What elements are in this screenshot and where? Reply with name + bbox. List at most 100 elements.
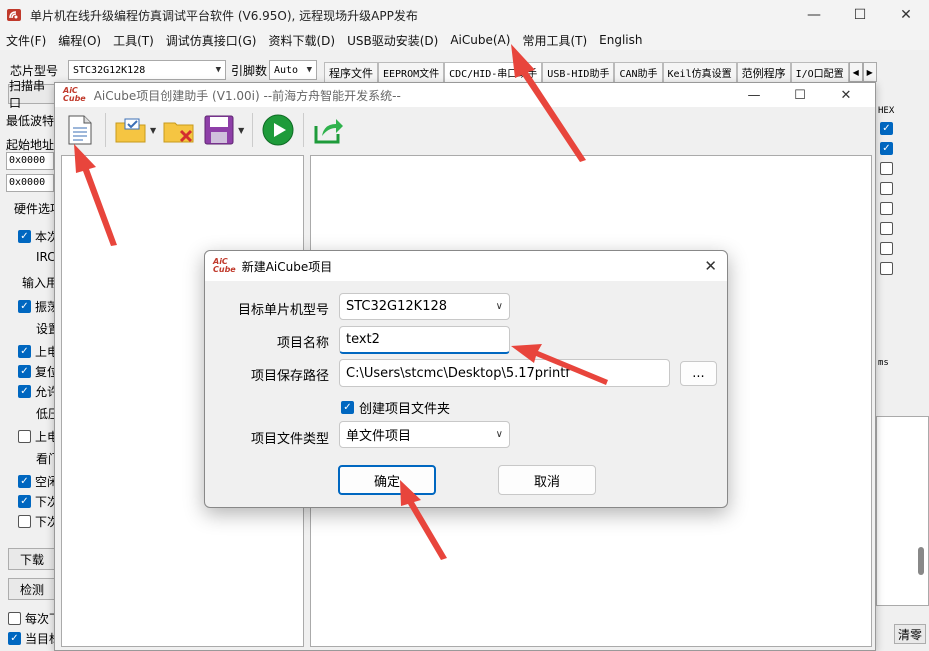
logo-bottom-text: Cube xyxy=(63,94,86,103)
checkbox[interactable] xyxy=(880,262,893,275)
open-project-button[interactable] xyxy=(114,113,148,147)
tab-cdc-hid[interactable]: CDC/HID-串口助手 xyxy=(444,62,543,82)
project-name-value: text2 xyxy=(346,332,380,347)
ok-button[interactable]: 确定 xyxy=(338,465,436,495)
cancel-button[interactable]: 取消 xyxy=(498,465,596,495)
check-button[interactable]: 检测 xyxy=(8,578,56,600)
option-row[interactable]: ✓ 复位 xyxy=(18,363,59,380)
create-folder-checkbox[interactable]: ✓ xyxy=(341,401,354,414)
menu-common-tools[interactable]: 常用工具(T) xyxy=(516,32,593,49)
tab-examples[interactable]: 范例程序 xyxy=(736,62,791,82)
open-project-icon xyxy=(115,118,146,143)
option-row[interactable]: ✓ 空闲 xyxy=(18,473,59,490)
checkbox[interactable] xyxy=(880,222,893,235)
tab-strip: 程序文件 EEPROM文件 CDC/HID-串口助手 USB-HID助手 CAN… xyxy=(324,62,929,82)
helper-toolbar: ▼ ▼ xyxy=(55,107,875,153)
save-project-button[interactable] xyxy=(202,113,236,147)
export-button[interactable] xyxy=(312,113,346,147)
menu-file[interactable]: 文件(F) xyxy=(0,32,52,49)
menu-english[interactable]: English xyxy=(593,33,648,47)
checkbox[interactable]: ✓ xyxy=(18,385,31,398)
dialog-close-icon[interactable]: ✕ xyxy=(704,257,717,275)
helper-titlebar: AiC Cube AiCube项目创建助手 (V1.00i) --前海方舟智能开发… xyxy=(55,83,875,107)
menu-program[interactable]: 编程(O) xyxy=(52,32,107,49)
tab-usb-hid[interactable]: USB-HID助手 xyxy=(542,62,615,82)
download-button[interactable]: 下载 xyxy=(8,548,56,570)
checkbox[interactable] xyxy=(18,515,31,528)
helper-close-button[interactable]: ✕ xyxy=(823,83,869,107)
browse-button-label: ... xyxy=(692,366,705,381)
start-addr-label: 起始地址 xyxy=(6,138,55,152)
option-row[interactable]: ✓ 振荡 xyxy=(18,298,59,315)
option-row[interactable]: ✓ 允许 xyxy=(18,383,59,400)
close-button[interactable]: ✕ xyxy=(883,0,929,30)
option-row[interactable]: 上电 xyxy=(18,428,59,445)
new-project-button[interactable] xyxy=(63,113,97,147)
create-folder-checkbox-row[interactable]: ✓ 创建项目文件夹 xyxy=(341,398,450,417)
addr-field-1[interactable]: 0x0000 xyxy=(6,152,54,170)
target-mcu-select[interactable]: STC32G12K128 ∨ xyxy=(339,293,510,320)
checkbox[interactable]: ✓ xyxy=(880,142,893,155)
menu-aicube[interactable]: AiCube(A) xyxy=(444,33,516,47)
tab-scroll-right[interactable]: ▶ xyxy=(862,62,877,82)
checkbox[interactable]: ✓ xyxy=(18,230,31,243)
checkbox[interactable] xyxy=(8,612,21,625)
download-button-label: 下载 xyxy=(19,552,44,567)
save-path-label: 项目保存路径 xyxy=(250,369,329,384)
helper-minimize-button[interactable]: — xyxy=(731,83,777,107)
target-mcu-value: STC32G12K128 xyxy=(346,299,448,314)
checkbox[interactable] xyxy=(880,182,893,195)
helper-maximize-button[interactable]: ☐ xyxy=(777,83,823,107)
maximize-button[interactable]: ☐ xyxy=(837,0,883,30)
project-name-input[interactable]: text2 xyxy=(339,326,510,354)
addr-field-2[interactable]: 0x0000 xyxy=(6,174,54,192)
tab-eeprom-file[interactable]: EEPROM文件 xyxy=(378,62,445,82)
chevron-down-icon[interactable]: ▼ xyxy=(238,126,244,135)
save-project-icon xyxy=(204,115,234,145)
save-path-input[interactable]: C:\Users\stcmc\Desktop\5.17printf xyxy=(339,359,670,387)
tab-keil[interactable]: Keil仿真设置 xyxy=(662,62,737,82)
checkbox[interactable] xyxy=(880,242,893,255)
menu-debug[interactable]: 调试仿真接口(G) xyxy=(160,32,263,49)
checkbox[interactable] xyxy=(18,430,31,443)
tab-scroll-left[interactable]: ◀ xyxy=(848,62,863,82)
hex-label: HEX xyxy=(878,106,895,116)
log-area[interactable] xyxy=(876,416,929,606)
option-row[interactable]: ✓ 上电 xyxy=(18,343,59,360)
dialog-title: 新建AiCube项目 xyxy=(241,259,333,274)
menu-usb-driver[interactable]: USB驱动安装(D) xyxy=(341,32,444,49)
file-type-label: 项目文件类型 xyxy=(250,432,329,447)
option-row[interactable]: 下次 xyxy=(18,513,59,530)
option-row[interactable]: ✓ 本次 xyxy=(18,228,59,245)
checkbox[interactable]: ✓ xyxy=(8,632,21,645)
minimize-button[interactable]: — xyxy=(791,0,837,30)
chevron-down-icon[interactable]: ▼ xyxy=(150,126,156,135)
file-type-select[interactable]: 单文件项目 ∨ xyxy=(339,421,510,448)
menu-download[interactable]: 资料下载(D) xyxy=(262,32,341,49)
dialog-titlebar: AiC Cube 新建AiCube项目 ✕ xyxy=(205,251,727,281)
checkbox[interactable]: ✓ xyxy=(18,365,31,378)
pin-select[interactable]: Auto ▼ xyxy=(269,60,317,80)
close-project-button[interactable] xyxy=(162,113,196,147)
menu-tools[interactable]: 工具(T) xyxy=(107,32,160,49)
checkbox[interactable] xyxy=(880,162,893,175)
scrollbar-thumb[interactable] xyxy=(918,547,924,575)
clear-button[interactable]: 清零 xyxy=(894,624,926,644)
checkbox[interactable]: ✓ xyxy=(880,122,893,135)
tab-can[interactable]: CAN助手 xyxy=(614,62,663,82)
new-project-icon xyxy=(68,115,92,145)
min-baud-label: 最低波特 xyxy=(6,114,55,128)
chip-select-value: STC32G12K128 xyxy=(73,64,146,76)
scan-port-button[interactable]: 扫描串口 xyxy=(8,79,56,110)
tab-program-file[interactable]: 程序文件 xyxy=(324,62,378,82)
run-button[interactable] xyxy=(261,113,295,147)
checkbox[interactable]: ✓ xyxy=(18,495,31,508)
checkbox[interactable]: ✓ xyxy=(18,475,31,488)
checkbox[interactable]: ✓ xyxy=(18,300,31,313)
option-row[interactable]: ✓ 下次 xyxy=(18,493,59,510)
checkbox[interactable]: ✓ xyxy=(18,345,31,358)
chip-select[interactable]: STC32G12K128 ▼ xyxy=(68,60,226,80)
checkbox[interactable] xyxy=(880,202,893,215)
browse-button[interactable]: ... xyxy=(680,361,717,386)
tab-io-config[interactable]: I/O口配置 xyxy=(790,62,849,82)
